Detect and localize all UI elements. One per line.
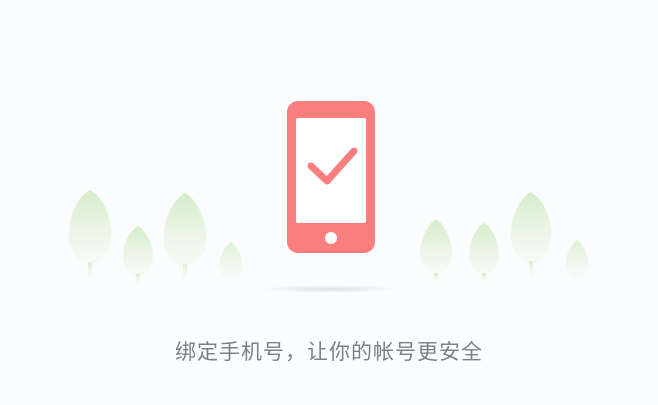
right-trees	[420, 192, 589, 283]
tree-icon	[163, 193, 207, 280]
bind-phone-page: 绑定手机号，让你的帐号更安全	[0, 0, 658, 405]
tree-icon	[420, 219, 452, 283]
bind-phone-caption: 绑定手机号，让你的帐号更安全	[175, 340, 483, 364]
tree-icon	[219, 242, 243, 280]
tree-icon	[510, 192, 552, 279]
tree-icon	[469, 223, 499, 283]
tree-icon	[68, 190, 112, 280]
left-trees	[68, 190, 243, 284]
tree-icon	[565, 240, 589, 279]
bind-phone-illustration	[68, 101, 589, 293]
phone-shadow	[262, 285, 398, 293]
tree-icon	[123, 226, 153, 284]
